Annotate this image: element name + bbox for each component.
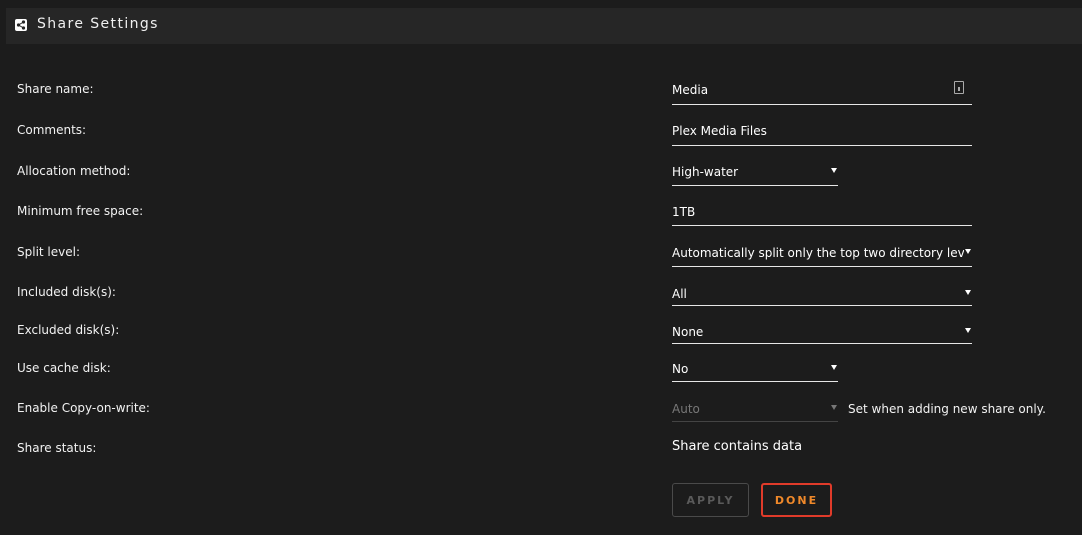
apply-button[interactable]: APPLY [672,483,749,517]
copy-on-write-label: Enable Copy-on-write: [17,401,150,415]
included-disks-value: All [672,287,687,301]
excluded-disks-label: Excluded disk(s): [17,323,120,337]
use-cache-label: Use cache disk: [17,361,111,375]
chevron-down-icon [965,249,971,254]
split-level-select[interactable]: Automatically split only the top two dir… [672,246,972,267]
done-button[interactable]: DONE [761,483,832,517]
comments-value: Plex Media Files [672,124,767,138]
split-level-value: Automatically split only the top two dir… [672,246,964,260]
chevron-down-icon [831,365,837,370]
included-disks-select[interactable]: All [672,287,972,306]
chevron-down-icon [831,168,837,173]
included-disks-label: Included disk(s): [17,285,116,299]
min-free-space-value: 1TB [672,205,696,219]
use-cache-value: No [672,362,689,376]
excluded-disks-select[interactable]: None [672,325,972,344]
share-status-value: Share contains data [672,439,803,454]
share-icon [15,19,27,31]
comments-label: Comments: [17,123,87,137]
page-title: Share Settings [37,16,159,32]
info-document-icon[interactable] [954,81,964,94]
chevron-down-icon [965,328,971,333]
copy-on-write-note: Set when adding new share only. [848,402,1046,416]
min-free-space-input[interactable]: 1TB [672,205,972,226]
copy-on-write-select: Auto [672,402,838,422]
comments-input[interactable]: Plex Media Files [672,124,972,146]
min-free-space-label: Minimum free space: [17,204,144,218]
use-cache-select[interactable]: No [672,362,838,382]
excluded-disks-value: None [672,325,704,339]
share-name-label: Share name: [17,82,94,96]
share-status-label: Share status: [17,441,97,455]
panel-header: Share Settings [6,8,1082,44]
copy-on-write-value: Auto [672,402,700,416]
chevron-down-icon [831,405,837,410]
split-level-label: Split level: [17,245,80,259]
allocation-method-label: Allocation method: [17,164,131,178]
share-name-input[interactable]: Media [672,81,972,105]
allocation-method-value: High-water [672,165,739,179]
share-name-value: Media [672,83,709,97]
chevron-down-icon [965,290,971,295]
allocation-method-select[interactable]: High-water [672,165,838,186]
